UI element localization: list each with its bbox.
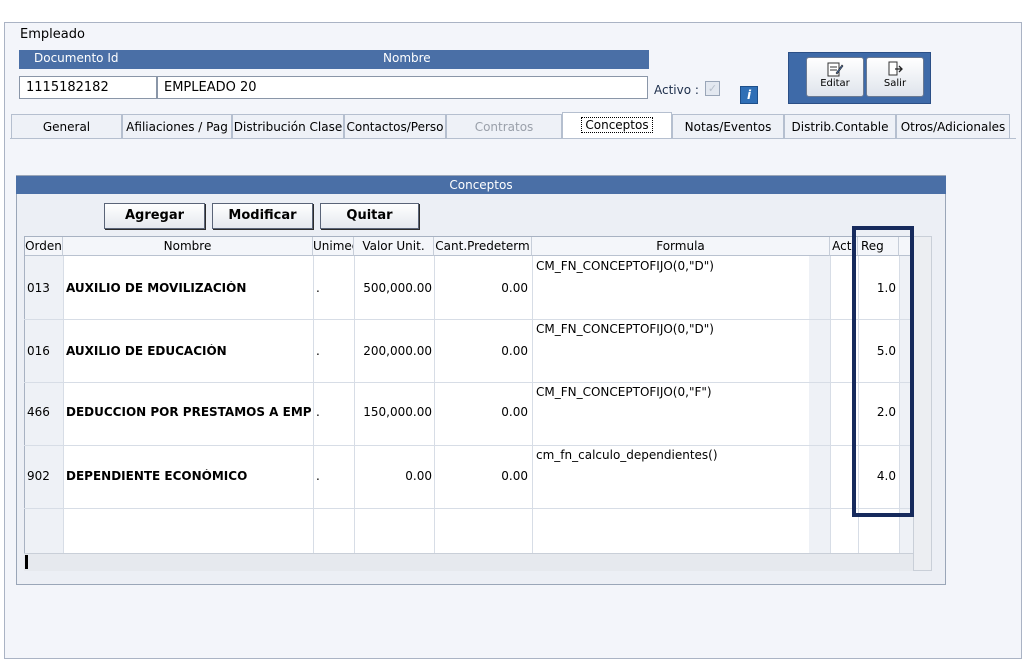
tab-distrib-contable[interactable]: Distrib.Contable: [784, 114, 896, 138]
cell-cant-predeterm[interactable]: 0.00: [434, 405, 528, 419]
cell-formula[interactable]: CM_FN_CONCEPTOFIJO(0,"D"): [536, 259, 828, 273]
tab-conceptos[interactable]: Conceptos: [562, 112, 672, 138]
cell-unimed[interactable]: .: [316, 405, 320, 419]
cell-formula[interactable]: CM_FN_CONCEPTOFIJO(0,"F"): [536, 385, 828, 399]
column-header-nombre[interactable]: Nombre: [63, 237, 313, 256]
salir-label: Salir: [883, 78, 907, 89]
cell-unimed[interactable]: .: [316, 344, 320, 358]
documento-id-field[interactable]: 1115182182: [19, 76, 157, 99]
tab-general[interactable]: General: [11, 114, 122, 138]
window-title: Empleado: [20, 27, 85, 42]
cell-cant-predeterm[interactable]: 0.00: [434, 281, 528, 295]
cell-nombre[interactable]: DEPENDIENTE ECONÓMICO: [66, 469, 311, 483]
cell-nombre[interactable]: AUXILIO DE EDUCACIÓN: [66, 344, 311, 358]
agregar-button[interactable]: Agregar: [104, 203, 205, 229]
cell-nombre[interactable]: AUXILIO DE MOVILIZACIÓN: [66, 281, 311, 295]
column-header-unimed[interactable]: Unimed: [313, 237, 354, 256]
cell-cant-predeterm[interactable]: 0.00: [434, 469, 528, 483]
column-header-valor-unit[interactable]: Valor Unit.: [354, 237, 434, 256]
tab-distribucion-clase[interactable]: Distribución Clase: [232, 114, 344, 138]
grid-row-line: [24, 382, 912, 383]
exit-door-icon: [888, 61, 903, 76]
cell-valor-unit[interactable]: 0.00: [354, 469, 432, 483]
tab-notas-eventos[interactable]: Notas/Eventos: [672, 114, 784, 138]
cell-nombre[interactable]: DEDUCCION POR PRESTAMOS A EMPLEADOS: [66, 405, 311, 419]
nombre-field[interactable]: EMPLEADO 20: [157, 76, 648, 99]
grid-row-line: [24, 319, 912, 320]
vertical-scrollbar[interactable]: [913, 236, 932, 571]
cell-unimed[interactable]: .: [316, 469, 320, 483]
column-header-orden[interactable]: Orden: [25, 237, 63, 256]
column-header-formula[interactable]: Formula: [532, 237, 830, 256]
editar-label: Editar: [820, 78, 850, 89]
salir-button[interactable]: Salir: [866, 57, 924, 97]
grid-row-line: [24, 508, 912, 509]
tab-contratos[interactable]: Contratos: [446, 114, 562, 138]
tab-conceptos-label: Conceptos: [581, 117, 653, 133]
quitar-button[interactable]: Quitar: [320, 203, 419, 229]
conceptos-title: Conceptos: [16, 176, 946, 194]
activo-checkbox[interactable]: ✓: [705, 81, 720, 96]
cell-valor-unit[interactable]: 200,000.00: [354, 344, 432, 358]
cell-orden[interactable]: 016: [27, 344, 50, 358]
tab-otros-adicionales[interactable]: Otros/Adicionales: [896, 114, 1010, 138]
cell-orden[interactable]: 902: [27, 469, 50, 483]
cell-formula[interactable]: cm_fn_calculo_dependientes(): [536, 448, 828, 462]
cell-cant-predeterm[interactable]: 0.00: [434, 344, 528, 358]
cell-orden[interactable]: 466: [27, 405, 50, 419]
info-icon[interactable]: i: [740, 86, 758, 104]
cell-valor-unit[interactable]: 150,000.00: [354, 405, 432, 419]
horizontal-scrollbar[interactable]: [24, 553, 913, 571]
documento-id-label: Documento Id: [34, 51, 119, 65]
editar-button[interactable]: Editar: [806, 57, 864, 97]
column-header-cant-predeterm[interactable]: Cant.Predeterm: [434, 237, 532, 256]
reg-column-highlight-box: [852, 226, 914, 517]
cell-valor-unit[interactable]: 500,000.00: [354, 281, 432, 295]
edit-document-icon: [827, 62, 844, 77]
nombre-label: Nombre: [383, 51, 431, 65]
tab-contactos[interactable]: Contactos/Perso: [344, 114, 446, 138]
cell-formula[interactable]: CM_FN_CONCEPTOFIJO(0,"D"): [536, 322, 828, 336]
cell-orden[interactable]: 013: [27, 281, 50, 295]
modificar-button[interactable]: Modificar: [212, 203, 313, 229]
tab-afiliaciones[interactable]: Afiliaciones / Pag: [122, 114, 232, 138]
grid-row-line: [24, 445, 912, 446]
activo-label: Activo :: [654, 83, 699, 97]
horizontal-scroll-thumb[interactable]: [25, 555, 28, 569]
cell-unimed[interactable]: .: [316, 281, 320, 295]
